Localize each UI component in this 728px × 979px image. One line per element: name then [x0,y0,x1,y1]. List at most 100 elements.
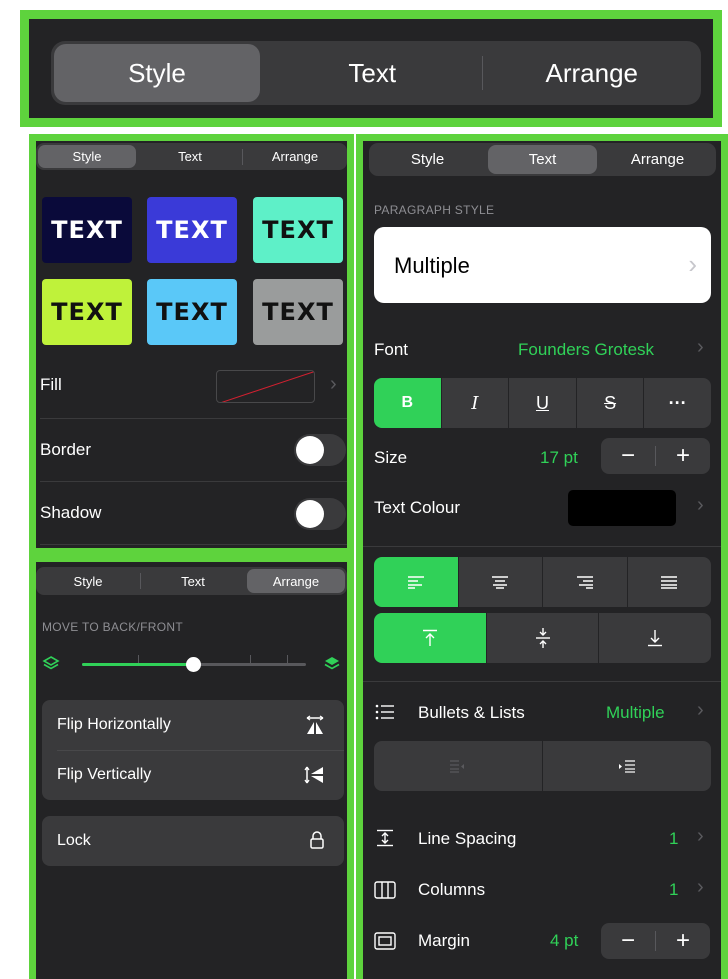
layer-order-slider[interactable] [82,655,306,672]
vertical-alignment [374,613,711,663]
text-style-tile-6[interactable]: TEXT [253,279,343,345]
text-colour-swatch[interactable] [568,490,676,526]
line-spacing-row[interactable]: Line Spacing [418,825,618,853]
bold-label: B [401,394,414,411]
align-center-icon [492,576,509,589]
slider-tick [138,655,139,663]
font-label: Font [374,340,409,359]
tab-style[interactable]: Style [36,567,140,595]
align-left-button[interactable] [374,557,459,607]
margin-icon [374,932,396,955]
align-bottom-button[interactable] [599,613,711,663]
tab-arrange-label: Arrange [545,57,639,88]
slider-tick [250,655,251,663]
bold-button[interactable]: B [374,378,442,428]
tab-arrange[interactable]: Arrange [483,41,702,105]
tab-arrange-label: Arrange [272,573,320,589]
minus-label: − [620,927,635,954]
minus-label: − [620,442,635,469]
italic-label: I [471,392,479,414]
toggle-knob [296,436,324,464]
size-stepper: − + [601,438,710,474]
paragraph-style-button[interactable]: Multiple › [374,227,711,303]
margin-label: Margin [418,931,470,950]
tab-text-label: Text [181,573,205,589]
divider [40,418,347,419]
margin-stepper: − + [601,923,710,959]
slider-thumb[interactable] [186,657,201,672]
tab-text-label: Text [528,151,557,168]
increase-size-button[interactable]: + [656,438,710,474]
tab-style[interactable]: Style [38,145,136,168]
text-style-tile-3[interactable]: TEXT [253,197,343,263]
tile-text: TEXT [262,216,334,244]
tab-arrange[interactable]: Arrange [247,569,345,593]
paragraph-style-value: Multiple [394,253,470,278]
columns-value: 1 [669,880,679,899]
text-colour-row[interactable]: Text Colour [374,494,574,522]
flip-horizontally-button[interactable]: Flip Horizontally [42,700,344,750]
justify-button[interactable] [627,557,711,607]
more-options-button[interactable]: ··· [644,378,711,428]
underline-button[interactable]: U [509,378,577,428]
decrease-margin-button[interactable]: − [601,923,655,959]
tab-text[interactable]: Text [263,41,482,105]
bullets-icon [375,704,395,725]
horizontal-alignment [374,557,711,607]
tab-style[interactable]: Style [369,143,486,176]
underline-label: U [535,392,549,413]
flip-vertically-button[interactable]: Flip Vertically [42,750,344,800]
flip-vertically-label: Flip Vertically [57,766,152,783]
text-colour-label: Text Colour [374,498,460,517]
align-top-button[interactable] [374,613,487,663]
tab-arrange[interactable]: Arrange [243,143,347,170]
text-style-tile-2[interactable]: TEXT [147,197,237,263]
tab-style[interactable]: Style [54,44,260,102]
top-segmented-control: Style Text Arrange [51,41,701,105]
increase-margin-button[interactable]: + [656,923,710,959]
tab-style-label: Style [410,151,445,168]
tile-text: TEXT [51,298,123,326]
border-toggle[interactable] [294,434,346,466]
shadow-toggle[interactable] [294,498,346,530]
align-right-button[interactable] [543,557,628,607]
tile-text: TEXT [156,216,228,244]
plus-label: + [675,927,690,954]
flip-horizontal-icon [304,715,326,740]
italic-button[interactable]: I [441,378,510,428]
justify-icon [661,576,678,589]
tab-text[interactable]: Text [138,143,242,170]
align-center-button[interactable] [458,557,543,607]
align-left-icon [407,576,424,589]
decrease-size-button[interactable]: − [601,438,655,474]
bullets-lists-value[interactable]: Multiple [606,703,665,723]
flip-horizontally-label: Flip Horizontally [57,716,171,733]
more-label: ··· [668,392,687,413]
chevron-right-icon: › [697,825,704,847]
increase-indent-icon [619,760,635,773]
lock-label: Lock [57,832,91,849]
fill-swatch[interactable] [216,370,315,403]
increase-indent-button[interactable] [543,741,711,791]
strikethrough-button[interactable]: S [576,378,645,428]
align-top-icon [422,629,437,646]
text-style-tile-1[interactable]: TEXT [42,197,132,263]
shadow-label: Shadow [40,503,102,522]
tab-text[interactable]: Text [141,567,245,595]
columns-row[interactable]: Columns [418,876,618,904]
left-bottom-panel: Style Text Arrange MOVE TO BACK/FRONT Fl… [36,562,347,979]
text-style-tile-4[interactable]: TEXT [42,279,132,345]
lock-button[interactable]: Lock [42,816,344,866]
text-format-buttons: B I U S ··· [374,378,711,428]
tab-style-label: Style [72,149,102,164]
font-value[interactable]: Founders Grotesk [518,340,654,360]
tab-text-label: Text [348,57,397,88]
tab-arrange[interactable]: Arrange [599,143,716,176]
align-middle-button[interactable] [486,613,600,663]
decrease-indent-button[interactable] [374,741,543,791]
tab-text[interactable]: Text [488,145,597,174]
bullets-lists-row[interactable]: Bullets & Lists [418,699,618,727]
left-top-panel: Style Text Arrange TEXT TEXT TEXT TEXT T… [36,141,347,548]
lock-row: Lock [42,816,344,866]
text-style-tile-5[interactable]: TEXT [147,279,237,345]
